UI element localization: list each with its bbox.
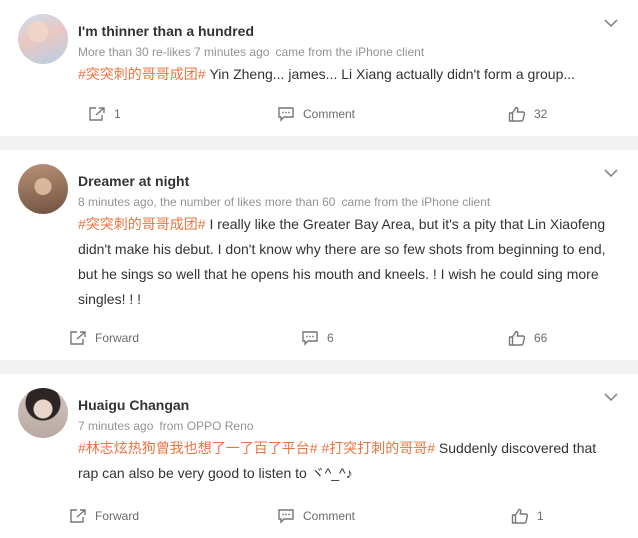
comment-source: from OPPO Reno: [159, 419, 254, 433]
user-name[interactable]: I'm thinner than a hundred: [78, 22, 618, 40]
hashtag-link[interactable]: #突突刺的哥哥成团#: [78, 216, 206, 232]
action-bar: Forward 6 66: [0, 318, 638, 360]
forward-button[interactable]: Forward: [69, 508, 139, 524]
comment-icon: [278, 107, 294, 122]
thumbs-up-icon: [508, 106, 526, 122]
comment-button[interactable]: 6: [301, 330, 334, 346]
avatar[interactable]: [18, 164, 68, 214]
hashtag-link[interactable]: #突突刺的哥哥成团#: [78, 66, 206, 82]
comment-meta: More than 30 re-likes 7 minutes ago came …: [78, 44, 618, 60]
comment-time: More than 30 re-likes 7 minutes ago: [78, 45, 270, 59]
comment-source: came from the iPhone client: [341, 195, 491, 209]
comment-time: 8 minutes ago, the number of likes more …: [78, 195, 336, 209]
action-bar: 1 Comment 32: [0, 94, 638, 136]
comment-icon: [302, 331, 318, 346]
chevron-down-icon[interactable]: [604, 168, 618, 178]
like-button[interactable]: 32: [508, 106, 547, 122]
forward-button[interactable]: Forward: [69, 330, 139, 346]
like-button[interactable]: 66: [508, 330, 547, 346]
hashtag-link[interactable]: #林志炫热狗曾我也想了一了百了平台#: [78, 440, 318, 456]
comment-feed: I'm thinner than a hundred More than 30 …: [0, 0, 638, 538]
comment-card: Dreamer at night 8 minutes ago, the numb…: [0, 150, 638, 360]
comment-meta: 7 minutes ago from OPPO Reno: [78, 418, 618, 434]
comment-text: #林志炫热狗曾我也想了一了百了平台# #打突打刺的哥哥# Suddenly di…: [78, 436, 618, 486]
comment-body: Yin Zheng... james... Li Xiang actually …: [205, 66, 576, 82]
forward-icon: [89, 107, 105, 121]
forward-button[interactable]: 1: [88, 106, 121, 122]
comment-card: I'm thinner than a hundred More than 30 …: [0, 0, 638, 136]
comment-meta: 8 minutes ago, the number of likes more …: [78, 194, 618, 210]
hashtag-link[interactable]: #打突打刺的哥哥#: [321, 440, 435, 456]
comment-button[interactable]: Comment: [277, 508, 355, 524]
avatar[interactable]: [18, 14, 68, 64]
avatar[interactable]: [18, 388, 68, 438]
comment-button[interactable]: Comment: [277, 106, 355, 122]
comment-time: 7 minutes ago: [78, 419, 154, 433]
user-name[interactable]: Dreamer at night: [78, 172, 618, 190]
like-button[interactable]: 1: [511, 508, 544, 524]
action-bar: Forward Comment 1: [0, 496, 638, 538]
comment-card: Huaigu Changan 7 minutes ago from OPPO Re…: [0, 374, 638, 538]
comment-text: #突突刺的哥哥成团# I really like the Greater Bay…: [78, 212, 618, 312]
comment-source: came from the iPhone client: [275, 45, 425, 59]
forward-icon: [70, 331, 86, 345]
comment-icon: [278, 509, 294, 524]
chevron-down-icon[interactable]: [604, 392, 618, 402]
user-name[interactable]: Huaigu Changan: [78, 396, 618, 414]
forward-icon: [70, 509, 86, 523]
chevron-down-icon[interactable]: [604, 18, 618, 28]
thumbs-up-icon: [508, 330, 526, 346]
comment-text: #突突刺的哥哥成团# Yin Zheng... james... Li Xian…: [78, 62, 618, 87]
thumbs-up-icon: [511, 508, 529, 524]
